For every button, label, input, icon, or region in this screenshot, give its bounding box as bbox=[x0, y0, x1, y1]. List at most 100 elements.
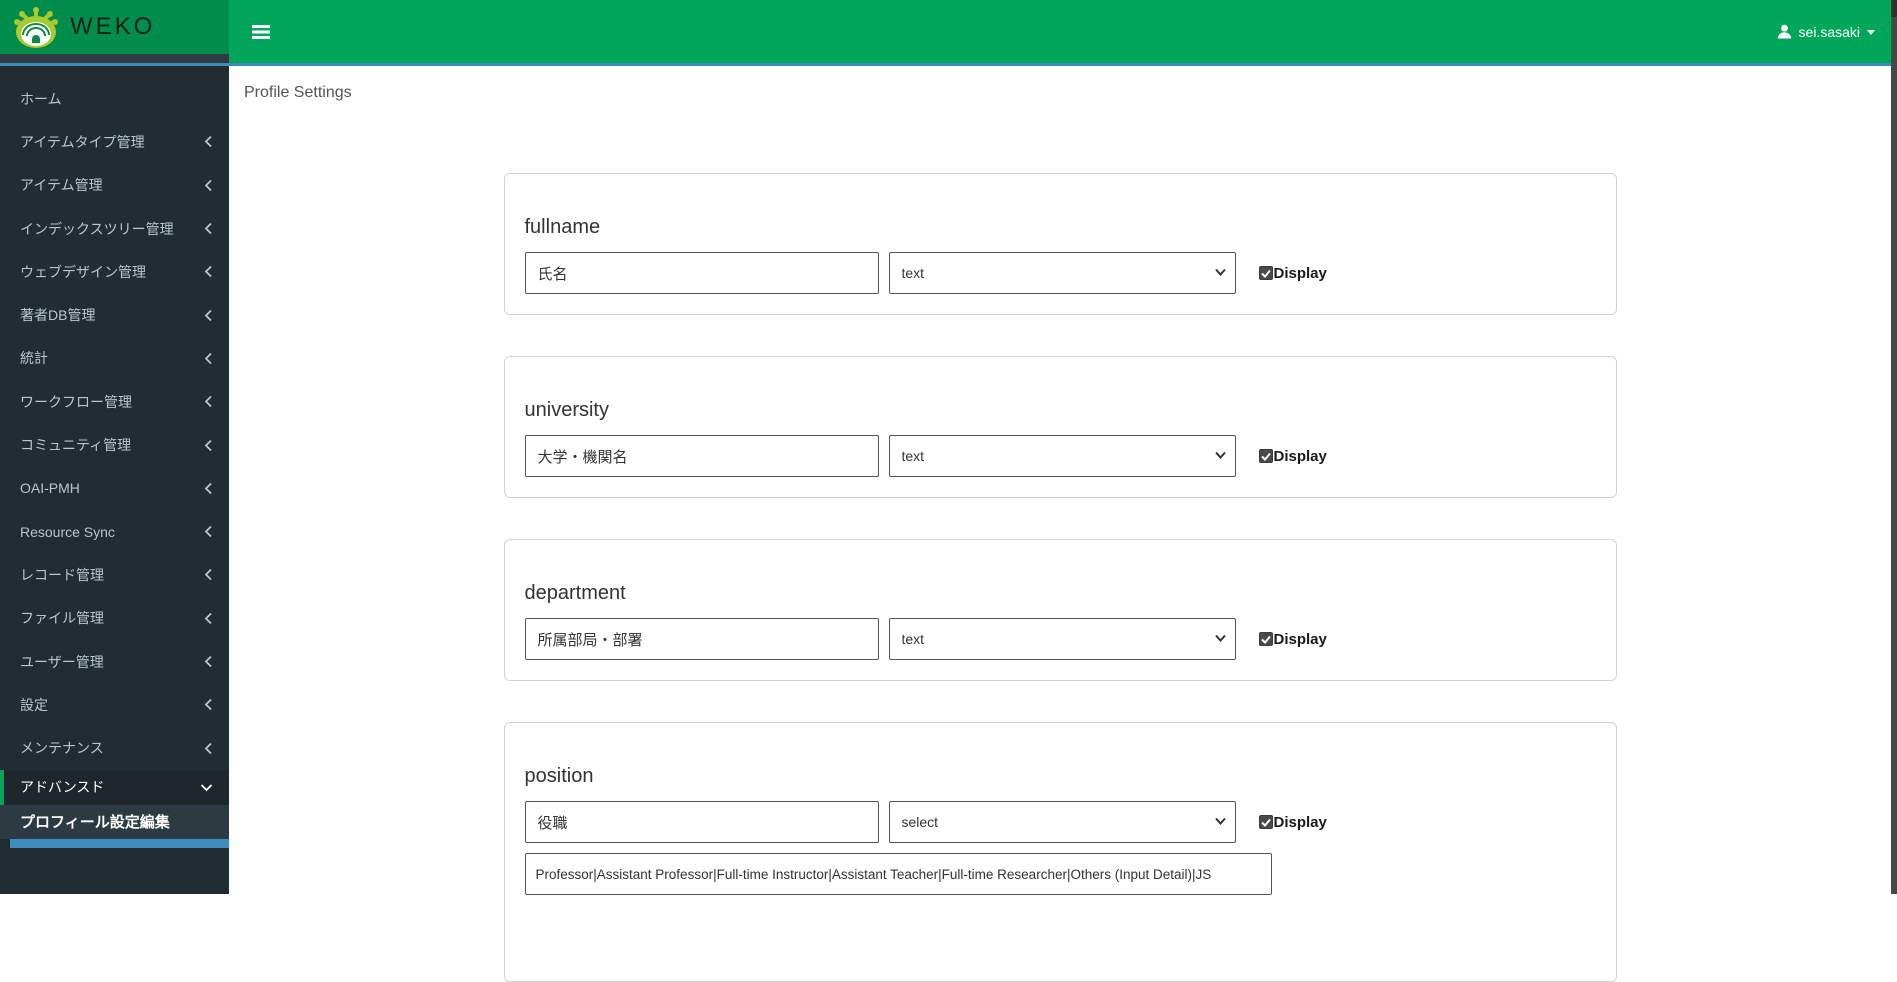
angle-left-icon bbox=[204, 309, 213, 322]
sidebar-menu-item[interactable]: インデックスツリー管理 bbox=[0, 207, 229, 250]
angle-left-icon bbox=[204, 482, 213, 495]
sidebar-menu-item[interactable]: ウェブデザイン管理 bbox=[0, 250, 229, 293]
page-scrollbar[interactable] bbox=[1891, 0, 1897, 894]
user-name: sei.sasaki bbox=[1798, 23, 1860, 40]
sidebar-menu-item[interactable]: ファイル管理 bbox=[0, 597, 229, 640]
sidebar-menu-item[interactable]: アイテムタイプ管理 bbox=[0, 120, 229, 163]
profile-field-card: department text bbox=[503, 539, 1617, 681]
sidebar-item-label: ウェブデザイン管理 bbox=[20, 263, 146, 280]
sidebar-item-label: 著者DB管理 bbox=[20, 307, 96, 324]
checkbox-checked-icon[interactable] bbox=[1258, 632, 1273, 646]
sidebar-menu-item[interactable]: 統計 bbox=[0, 337, 229, 380]
sidebar-item-label: アイテム管理 bbox=[20, 177, 103, 194]
angle-left-icon bbox=[204, 439, 213, 452]
checkbox-checked-icon[interactable] bbox=[1258, 266, 1273, 280]
checkbox-checked-icon[interactable] bbox=[1258, 815, 1273, 829]
sidebar-item-label: ファイル管理 bbox=[20, 610, 104, 627]
sidebar-item-label: アイテムタイプ管理 bbox=[20, 133, 145, 150]
field-title: department bbox=[524, 582, 626, 604]
profile-field-card: position select bbox=[503, 722, 1617, 982]
sidebar-menu-item[interactable]: Resource Sync bbox=[0, 510, 229, 553]
sidebar-submenu-item-profile-settings[interactable]: プロフィール設定編集 bbox=[0, 804, 229, 839]
display-toggle[interactable]: Display bbox=[1258, 630, 1327, 648]
sidebar-menu-item[interactable]: アドバンスド bbox=[0, 769, 229, 805]
main-content: Profile Settings fullname text bbox=[229, 0, 1891, 982]
page-title: Profile Settings bbox=[244, 84, 352, 101]
angle-left-icon bbox=[204, 395, 213, 408]
sidebar-menu-item[interactable]: レコード管理 bbox=[0, 553, 229, 596]
angle-left-icon bbox=[204, 698, 213, 711]
sidebar-item-label: Resource Sync bbox=[20, 523, 115, 540]
user-icon bbox=[1777, 24, 1792, 39]
sidebar-item-label: メンテナンス bbox=[20, 740, 104, 757]
top-bar: WEKO sei.sasaki bbox=[0, 0, 1897, 63]
angle-left-icon bbox=[204, 222, 213, 235]
field-type-select[interactable]: text bbox=[888, 252, 1236, 294]
sidebar-menu-item[interactable]: ワークフロー管理 bbox=[0, 380, 229, 423]
sidebar-item-label: ワークフロー管理 bbox=[20, 393, 132, 410]
angle-left-icon bbox=[204, 568, 213, 581]
sidebar-menu-item[interactable]: 著者DB管理 bbox=[0, 293, 229, 336]
sidebar-item-label: 設定 bbox=[20, 696, 48, 713]
sidebar-item-label: 統計 bbox=[20, 350, 48, 367]
field-options-input[interactable] bbox=[524, 853, 1272, 895]
sidebar-menu-item[interactable]: ホーム bbox=[0, 77, 229, 120]
logo-area[interactable]: WEKO bbox=[0, 0, 229, 54]
checkbox-checked-icon[interactable] bbox=[1258, 449, 1273, 463]
field-title: position bbox=[524, 765, 594, 787]
header-accent-line bbox=[0, 63, 1897, 66]
sidebar-menu-item[interactable]: 設定 bbox=[0, 683, 229, 726]
angle-left-icon bbox=[204, 352, 213, 365]
display-toggle[interactable]: Display bbox=[1258, 447, 1327, 465]
navbar: sei.sasaki bbox=[229, 0, 1897, 63]
profile-settings-form: fullname text bbox=[503, 173, 1617, 982]
profile-field-card: university text bbox=[503, 356, 1617, 498]
field-type-select-wrap: text bbox=[888, 252, 1236, 294]
sidebar-menu-item[interactable]: コミュニティ管理 bbox=[0, 423, 229, 466]
user-menu-button[interactable]: sei.sasaki bbox=[1777, 24, 1875, 40]
display-label: Display bbox=[1273, 813, 1327, 831]
display-toggle[interactable]: Display bbox=[1258, 264, 1327, 282]
field-type-select[interactable]: select bbox=[888, 801, 1236, 843]
field-row: text Display bbox=[524, 252, 1596, 294]
angle-left-icon bbox=[204, 265, 213, 278]
angle-left-icon bbox=[204, 655, 213, 668]
sidebar: ホーム アイテムタイプ管理 アイテム管理 インデックスツリー管理 ウェブデザイン… bbox=[0, 66, 229, 894]
sidebar-menu-item[interactable]: メンテナンス bbox=[0, 726, 229, 769]
sidebar-item-label: レコード管理 bbox=[20, 566, 104, 583]
sidebar-menu-item[interactable]: アイテム管理 bbox=[0, 164, 229, 207]
display-label: Display bbox=[1273, 630, 1327, 648]
sidebar-item-label: ユーザー管理 bbox=[20, 653, 104, 670]
sidebar-menu-item[interactable]: OAI-PMH bbox=[0, 467, 229, 510]
display-label: Display bbox=[1273, 447, 1327, 465]
field-label-input[interactable] bbox=[524, 618, 879, 660]
sidebar-item-label: アドバンスド bbox=[20, 779, 105, 796]
angle-down-icon bbox=[200, 783, 213, 792]
display-toggle[interactable]: Display bbox=[1258, 813, 1327, 831]
caret-down-icon bbox=[1867, 30, 1875, 35]
angle-left-icon bbox=[204, 612, 213, 625]
angle-left-icon bbox=[204, 179, 213, 192]
field-label-input[interactable] bbox=[524, 435, 879, 477]
field-label-input[interactable] bbox=[524, 252, 879, 294]
field-type-select-wrap: text bbox=[888, 618, 1236, 660]
field-row: text Display bbox=[524, 435, 1596, 477]
field-title: fullname bbox=[524, 216, 601, 238]
field-row: text Display bbox=[524, 618, 1596, 660]
brand-title: WEKO bbox=[70, 13, 156, 40]
logo-under-strip bbox=[0, 54, 229, 63]
field-type-select[interactable]: text bbox=[888, 618, 1236, 660]
logo-column: WEKO bbox=[0, 0, 229, 63]
submenu-item-label: プロフィール設定編集 bbox=[20, 814, 170, 832]
field-row: select Display bbox=[524, 801, 1596, 843]
field-options-row bbox=[524, 853, 1596, 895]
scrollbar-top-cap bbox=[1891, 0, 1897, 17]
sidebar-item-label: ホーム bbox=[20, 90, 62, 107]
sidebar-menu-item[interactable]: ユーザー管理 bbox=[0, 640, 229, 683]
display-label: Display bbox=[1273, 264, 1327, 282]
sidebar-toggle-button[interactable] bbox=[244, 15, 278, 49]
field-type-select[interactable]: text bbox=[888, 435, 1236, 477]
field-label-input[interactable] bbox=[524, 801, 879, 843]
profile-field-card: fullname text bbox=[503, 173, 1617, 315]
sidebar-item-label: OAI-PMH bbox=[20, 480, 80, 497]
